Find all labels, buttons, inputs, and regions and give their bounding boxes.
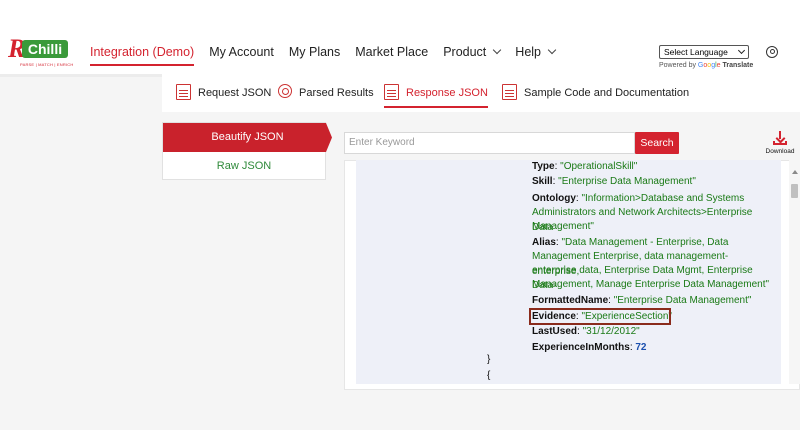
nav-label: My Plans — [288, 45, 341, 59]
tab-label: Response JSON — [406, 87, 488, 99]
beautify-json-option[interactable]: Beautify JSON — [163, 123, 332, 152]
nav-item-my-plans[interactable]: My Plans — [289, 40, 340, 66]
rchilli-logo[interactable]: R Chilli PARSE | MATCH | ENRICH — [6, 36, 74, 72]
powered-by-label: Powered by — [659, 62, 696, 69]
json-string-value: "31/12/2012" — [582, 326, 640, 337]
language-select-value: Select Language — [664, 47, 728, 57]
json-line-ontology-cont: Management" — [532, 220, 772, 235]
translate-label: Translate — [722, 62, 754, 69]
download-button[interactable]: Download — [762, 131, 798, 159]
page: R Chilli PARSE | MATCH | ENRICH Integrat… — [0, 0, 800, 430]
nav-label: Help — [515, 45, 542, 59]
json-line-alias-cont: Management, Manage Enterprise Data Manag… — [532, 278, 772, 293]
result-tabs: Request JSON Parsed Results Response JSO… — [162, 76, 800, 112]
tab-parsed-results[interactable]: Parsed Results — [278, 84, 374, 108]
scrollbar-thumb[interactable] — [791, 184, 798, 198]
user-account-icon[interactable] — [766, 46, 778, 58]
chevron-down-icon — [547, 45, 557, 55]
powered-by-google-translate[interactable]: Powered by Google Translate — [659, 62, 753, 69]
logo-tagline: PARSE | MATCH | ENRICH — [20, 62, 74, 67]
json-line-last-used: LastUsed: "31/12/2012" — [532, 325, 772, 340]
json-key: Ontology — [532, 193, 576, 204]
json-line-experience-months: ExperienceInMonths: 72 — [532, 341, 772, 356]
json-string-value: "ExperienceSection" — [581, 311, 672, 322]
nav-item-integration-demo[interactable]: Integration (Demo) — [90, 40, 195, 66]
search-button[interactable]: Search — [635, 132, 679, 154]
json-key: Alias — [532, 237, 556, 248]
json-key: Skill — [532, 176, 553, 187]
nav-item-market-place[interactable]: Market Place — [355, 40, 428, 66]
top-header: R Chilli PARSE | MATCH | ENRICH Integrat… — [0, 0, 800, 74]
json-string-value: "Enterprise Data Management" — [558, 176, 696, 187]
language-selector: Select Language Powered by Google Transl… — [659, 45, 753, 69]
json-line-skill: Skill: "Enterprise Data Management" — [532, 175, 772, 190]
chevron-down-icon — [493, 45, 502, 55]
tab-label: Parsed Results — [299, 87, 374, 99]
search-input[interactable]: Enter Keyword — [344, 132, 635, 154]
doc-icon — [502, 84, 517, 100]
json-string-value: Management, Manage Enterprise Data Manag… — [532, 279, 770, 290]
json-string-value: "Enterprise Data Management" — [613, 295, 752, 306]
scroll-up-arrow-icon[interactable] — [792, 170, 798, 174]
nav-item-product[interactable]: Product — [443, 40, 502, 66]
json-close-brace: } — [487, 354, 491, 365]
json-line-alias: Alias: "Data Management - Enterprise, Da… — [532, 236, 772, 251]
json-line-formatted-name: FormattedName: "Enterprise Data Manageme… — [532, 294, 772, 309]
tab-label: Sample Code and Documentation — [524, 87, 690, 99]
header-divider — [0, 74, 162, 77]
json-line-evidence: Evidence: "ExperienceSection" — [532, 310, 772, 325]
json-string-value: "OperationalSkill" — [560, 161, 638, 172]
json-open-brace: { — [487, 370, 491, 381]
download-icon — [773, 131, 787, 145]
tab-sample-code-documentation[interactable]: Sample Code and Documentation — [502, 84, 689, 108]
json-key: FormattedName — [532, 295, 609, 306]
json-number-value: 72 — [635, 342, 647, 353]
google-logo-letter: e — [716, 62, 721, 69]
json-string-value: "Data Management - Enterprise, Data — [561, 237, 729, 248]
raw-json-option[interactable]: Raw JSON — [163, 152, 325, 180]
json-key: LastUsed — [532, 326, 578, 337]
nav-label: My Account — [209, 45, 274, 59]
json-doc-icon — [176, 84, 191, 100]
chevron-down-icon — [737, 46, 746, 55]
language-select[interactable]: Select Language — [659, 45, 749, 59]
json-string-value: Management" — [532, 221, 594, 232]
gear-icon — [278, 84, 292, 98]
nav-label: Product — [443, 45, 487, 59]
json-string-value: "Information>Database and Systems — [581, 193, 745, 204]
json-doc-icon — [384, 84, 399, 100]
json-line-ontology: Ontology: "Information>Database and Syst… — [532, 192, 772, 207]
json-line-type: Type: "OperationalSkill" — [532, 160, 772, 175]
main-nav: Integration (Demo) My Account My Plans M… — [90, 40, 570, 66]
json-key: ExperienceInMonths — [532, 342, 630, 353]
nav-label: Integration (Demo) — [90, 45, 195, 59]
download-label: Download — [765, 148, 795, 155]
json-view-options: Beautify JSON Raw JSON — [162, 122, 332, 180]
json-key: Evidence — [532, 311, 576, 322]
logo-word: Chilli — [22, 40, 68, 58]
tab-response-json[interactable]: Response JSON — [384, 84, 488, 108]
nav-label: Market Place — [355, 45, 429, 59]
json-key: Type — [532, 161, 555, 172]
nav-item-help[interactable]: Help — [515, 40, 557, 66]
tab-label: Request JSON — [198, 87, 272, 99]
tab-request-json[interactable]: Request JSON — [176, 84, 271, 108]
nav-item-my-account[interactable]: My Account — [209, 40, 274, 66]
